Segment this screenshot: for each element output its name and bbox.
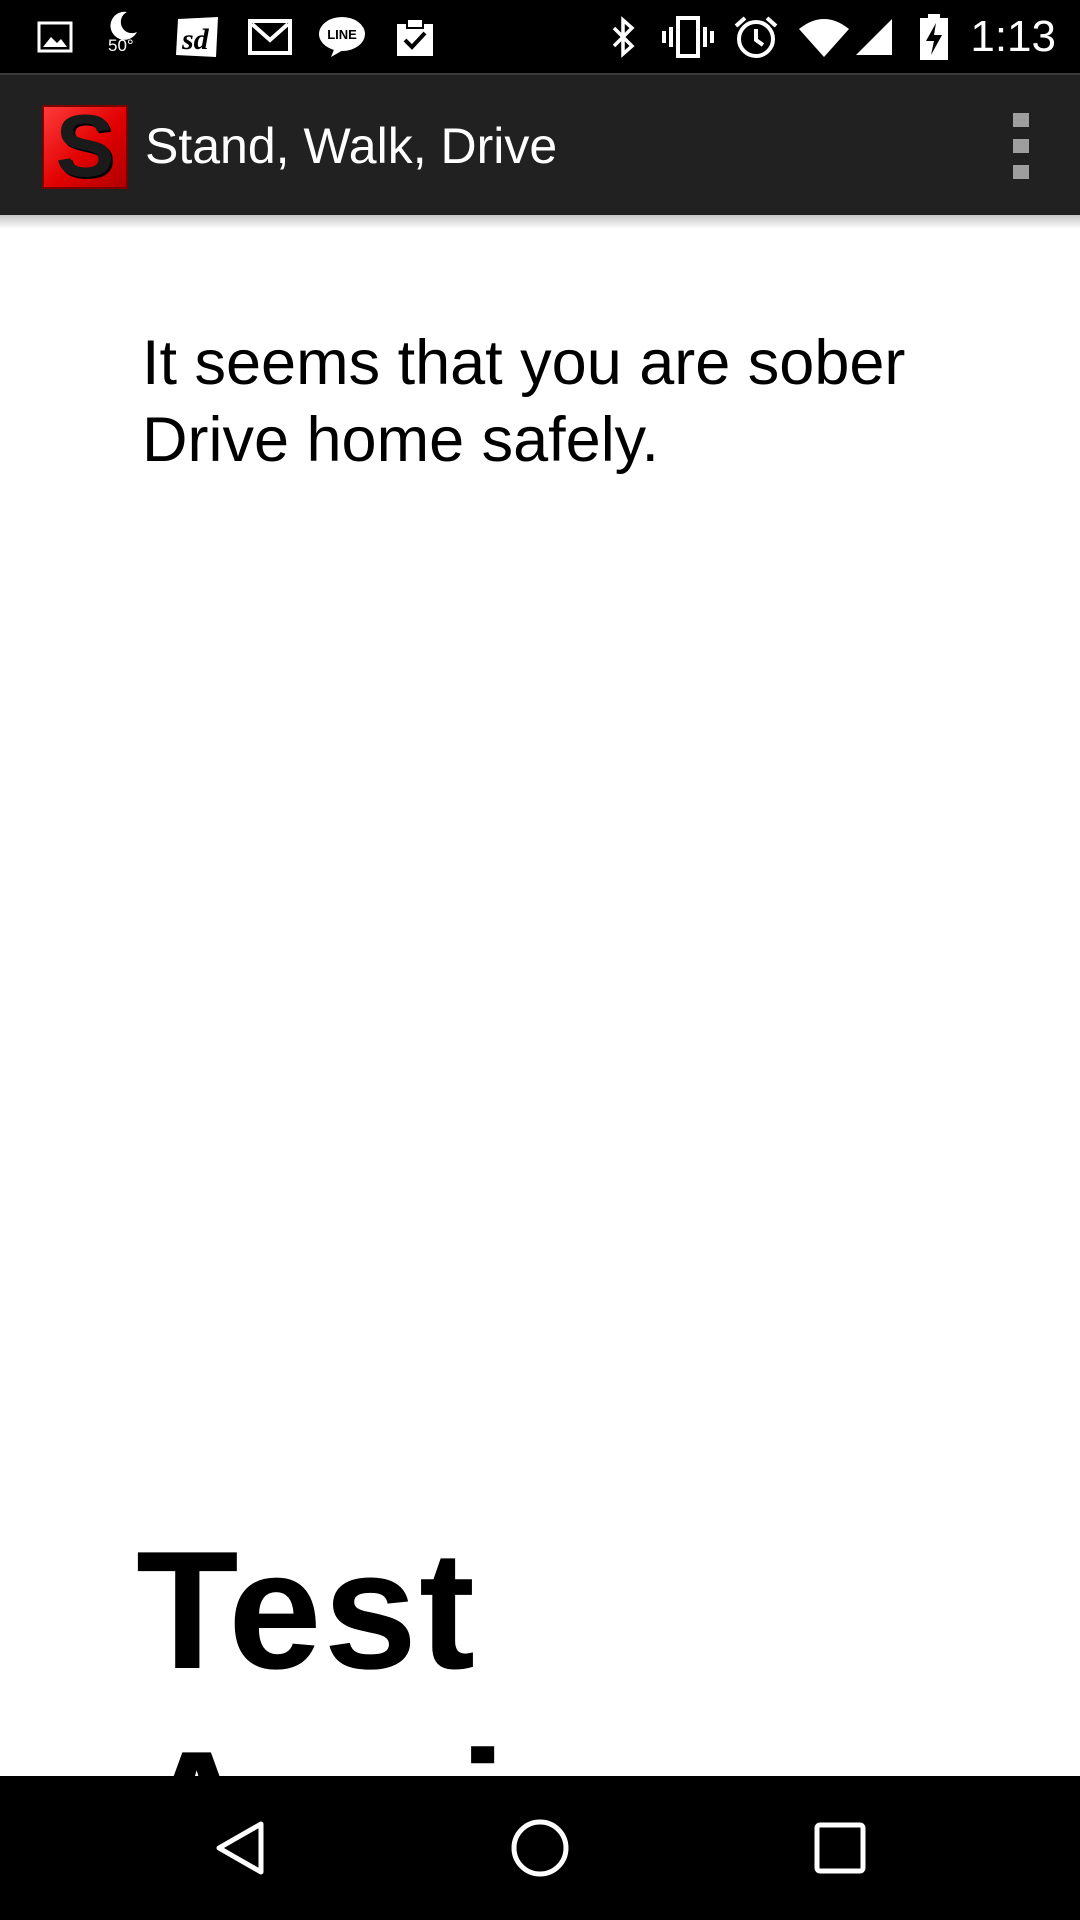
- overflow-menu-icon[interactable]: [1002, 113, 1040, 179]
- overflow-dot: [1013, 165, 1029, 179]
- gmail-icon: [246, 0, 294, 73]
- gallery-icon: [34, 0, 76, 73]
- overflow-dot: [1013, 113, 1029, 127]
- weather-temperature: 50°: [108, 36, 134, 55]
- action-bar: S Stand, Walk, Drive: [0, 73, 1080, 215]
- bluetooth-icon: [606, 0, 642, 73]
- svg-text:LINE: LINE: [327, 27, 357, 42]
- app-logo-letter: S: [55, 96, 115, 195]
- navigation-bar: [0, 1776, 1080, 1920]
- line-icon: LINE: [316, 0, 368, 73]
- test-again-button[interactable]: Test Again: [136, 1510, 956, 1904]
- wifi-icon: [796, 0, 852, 73]
- battery-charging-icon: [914, 0, 954, 73]
- result-message: It seems that you are sober Drive home s…: [142, 328, 906, 475]
- app-logo: S: [42, 96, 128, 195]
- cell-signal-icon: [852, 0, 896, 73]
- vibrate-icon: [660, 0, 716, 73]
- back-icon[interactable]: [161, 1776, 321, 1920]
- sd-app-icon: sd: [170, 0, 226, 73]
- svg-text:sd: sd: [181, 23, 210, 56]
- clipboard-check-icon: [392, 0, 438, 73]
- home-icon[interactable]: [460, 1776, 620, 1920]
- action-bar-shadow: [0, 215, 1080, 229]
- overflow-dot: [1013, 139, 1029, 153]
- app-screen: 50° sd LINE 1:13 S Stand, Walk, Drive It…: [0, 0, 1080, 1920]
- alarm-icon: [732, 0, 780, 73]
- app-title: Stand, Walk, Drive: [145, 118, 558, 174]
- recents-icon[interactable]: [760, 1776, 920, 1920]
- status-bar: 50° sd LINE 1:13: [0, 0, 1080, 73]
- status-clock: 1:13: [970, 12, 1056, 61]
